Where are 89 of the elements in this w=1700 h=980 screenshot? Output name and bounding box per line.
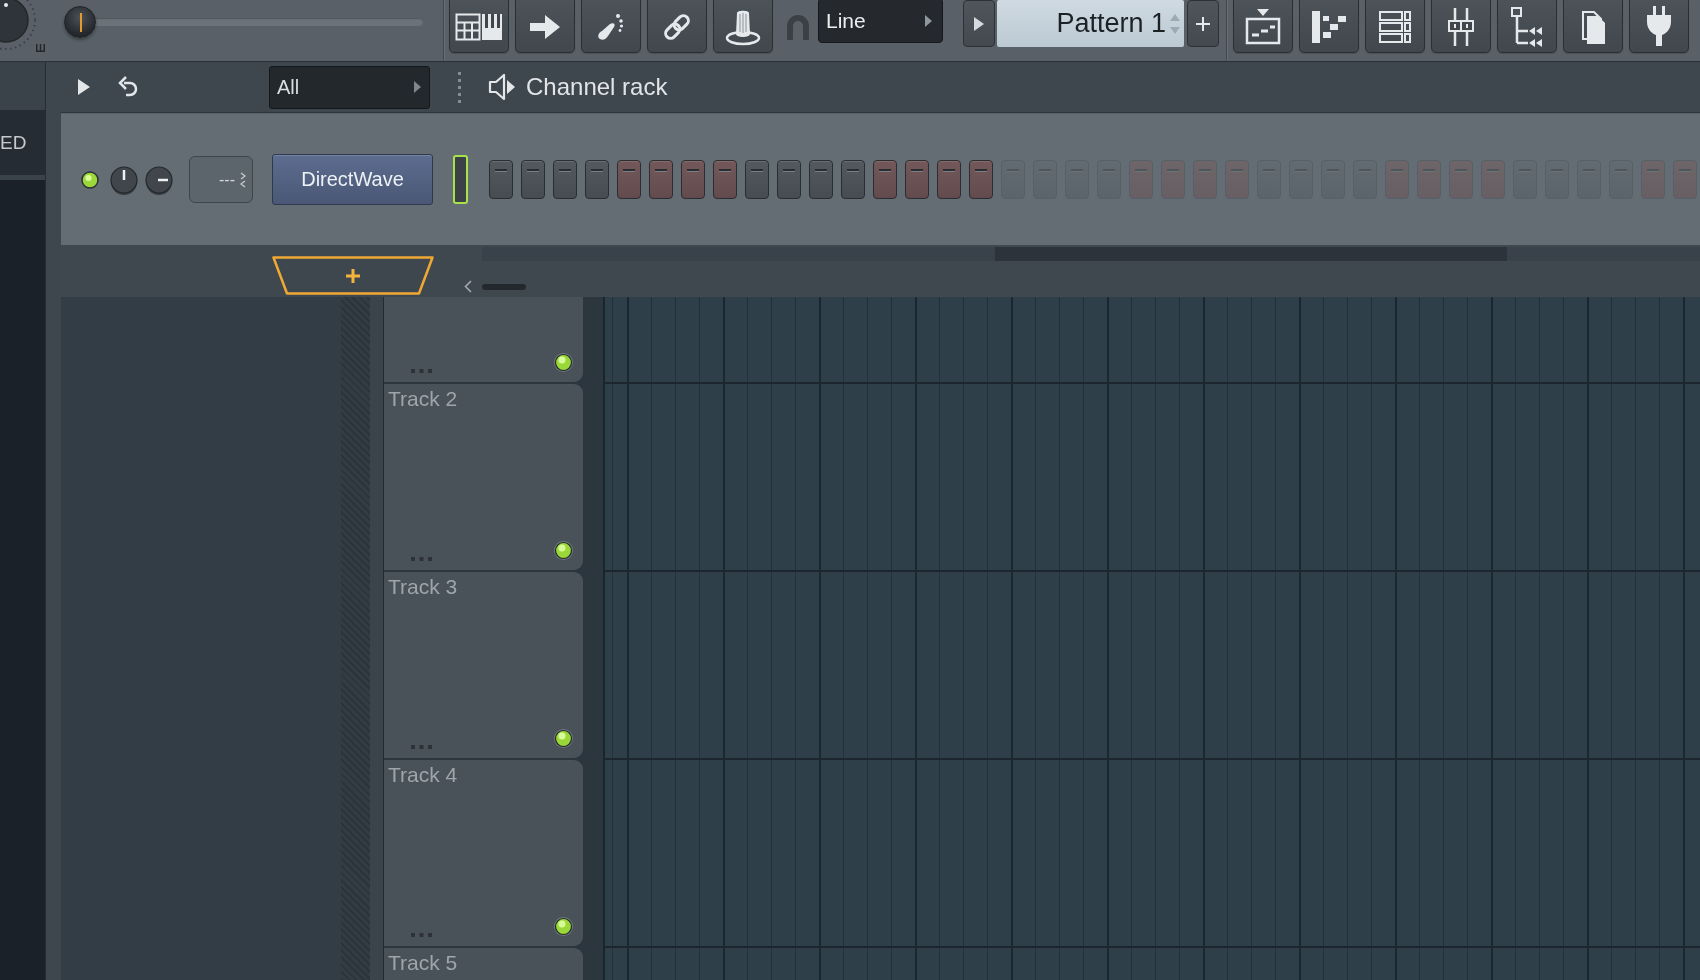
play-icon	[974, 16, 984, 31]
chevrons-icon	[240, 171, 246, 188]
play-icon[interactable]	[78, 79, 90, 95]
plus-icon	[346, 268, 360, 283]
box-down-arrow-icon	[1244, 8, 1282, 45]
zoom-handle[interactable]	[482, 283, 526, 290]
filter-dropdown[interactable]: All	[269, 65, 430, 109]
mixer-track-selector[interactable]: ---	[189, 156, 253, 203]
step-button[interactable]	[873, 160, 897, 199]
step-button[interactable]	[809, 160, 833, 199]
faders-icon	[1446, 7, 1476, 46]
pattern-selector[interactable]: Pattern 1	[997, 0, 1184, 47]
step-button[interactable]	[553, 160, 577, 199]
tiny-bars-icon	[36, 44, 45, 52]
track-header[interactable]: Track 2	[384, 384, 583, 570]
footprint-icon	[597, 11, 625, 42]
track-name: Track 5	[388, 951, 459, 975]
plus-icon	[1196, 16, 1210, 31]
step-button[interactable]	[937, 160, 961, 199]
track-header[interactable]	[384, 297, 583, 382]
browser-button[interactable]	[1497, 0, 1557, 53]
staircase-bars-icon	[1310, 9, 1348, 44]
step-button[interactable]	[841, 160, 865, 199]
piano-keyboard-button[interactable]	[449, 0, 509, 53]
slider-thumb[interactable]	[64, 6, 96, 38]
side-panel-label: ED	[0, 131, 27, 154]
more-dots-icon[interactable]	[411, 744, 432, 749]
volume-knob[interactable]	[145, 165, 173, 196]
step-button[interactable]	[585, 160, 609, 199]
knob-button[interactable]	[713, 0, 773, 53]
track-led-icon[interactable]	[553, 540, 574, 561]
step-button[interactable]	[777, 160, 801, 199]
playlist-grid[interactable]	[605, 297, 1700, 980]
magnet-icon[interactable]	[785, 13, 811, 40]
side-panel-header	[0, 62, 45, 110]
dropdown-arrow-icon	[924, 14, 932, 27]
step-button[interactable]	[489, 160, 513, 199]
track-header[interactable]: Track 4	[384, 760, 583, 946]
step-button[interactable]	[969, 160, 993, 199]
link-button[interactable]	[647, 0, 707, 53]
undo-icon[interactable]	[118, 76, 138, 98]
step-button[interactable]	[713, 160, 737, 199]
footprint-button[interactable]	[581, 0, 641, 53]
mixer-button[interactable]	[1431, 0, 1491, 53]
document-button[interactable]	[1563, 0, 1623, 53]
step-button[interactable]	[905, 160, 929, 199]
add-pattern-button[interactable]	[1187, 0, 1219, 47]
play-button[interactable]	[963, 0, 995, 47]
plugin-button[interactable]	[1629, 0, 1689, 53]
step-button[interactable]	[649, 160, 673, 199]
dropdown-arrow-icon	[413, 81, 421, 93]
slider-track[interactable]	[64, 6, 423, 38]
playlist-button[interactable]	[1233, 0, 1293, 53]
more-dots-icon[interactable]	[411, 368, 432, 373]
speaker-icon[interactable]	[488, 72, 516, 102]
channel-list-button[interactable]	[1365, 0, 1425, 53]
spinner-arrows-icon	[1170, 12, 1180, 35]
step-button[interactable]	[617, 160, 641, 199]
track-led-icon[interactable]	[553, 352, 574, 373]
track-name: Track 3	[388, 575, 459, 599]
splitter-bar[interactable]	[45, 62, 61, 980]
track-name: Track 4	[388, 763, 459, 787]
track-header[interactable]: Track 5	[384, 948, 583, 980]
track-header[interactable]: Track 3	[384, 572, 583, 758]
piano-keyboard-icon	[455, 12, 503, 41]
step-button[interactable]	[745, 160, 769, 199]
track-name: Track 2	[388, 387, 459, 411]
document-icon	[1579, 8, 1607, 45]
channel-led-icon[interactable]	[81, 170, 99, 189]
channel-name-button[interactable]: DirectWave	[272, 154, 433, 205]
step-button[interactable]	[681, 160, 705, 199]
step-button[interactable]	[521, 160, 545, 199]
side-panel-tab[interactable]: ED	[0, 110, 45, 175]
add-channel-button[interactable]	[272, 256, 434, 295]
arrow-button[interactable]	[515, 0, 575, 53]
tree-icon	[1510, 6, 1544, 47]
list-icon	[1378, 9, 1412, 44]
arrow-right-icon	[529, 13, 561, 40]
snap-dropdown[interactable]: Line	[818, 0, 943, 43]
drag-handle-icon[interactable]	[458, 71, 461, 103]
window-title: Channel rack	[526, 73, 668, 101]
pan-knob[interactable]	[110, 165, 138, 196]
more-dots-icon[interactable]	[411, 556, 432, 561]
track-led-icon[interactable]	[553, 728, 574, 749]
select-indicator[interactable]	[453, 155, 468, 204]
plug-icon	[1645, 5, 1673, 48]
track-led-icon[interactable]	[553, 916, 574, 937]
piano-roll-button[interactable]	[1299, 0, 1359, 53]
more-dots-icon[interactable]	[411, 932, 432, 937]
